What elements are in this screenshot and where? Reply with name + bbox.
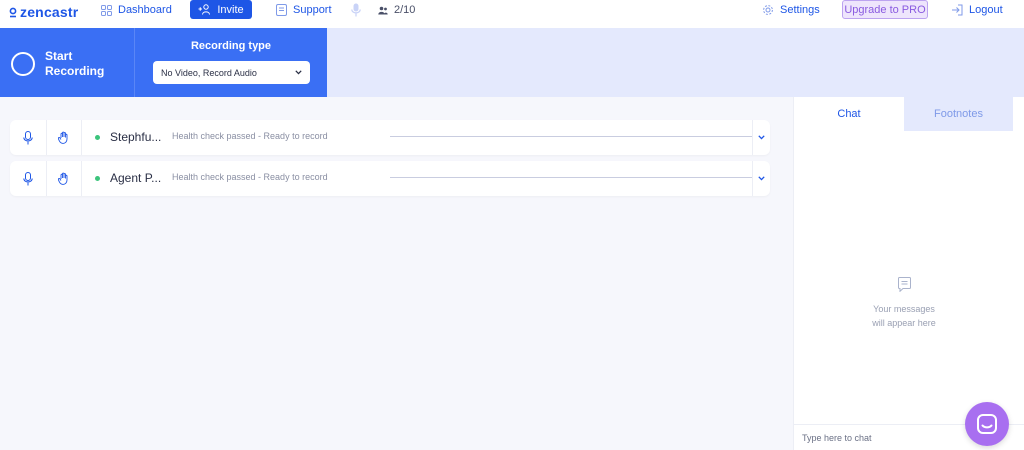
participant-name: Agent P... (110, 171, 162, 185)
logout-label: Logout (969, 4, 1003, 16)
support-chat-button[interactable] (965, 402, 1009, 446)
logo-icon (9, 7, 17, 17)
start-recording-button[interactable] (11, 52, 35, 76)
tab-footnotes[interactable]: Footnotes (904, 97, 1013, 131)
start-recording-label[interactable]: Start Recording (45, 49, 125, 79)
intercom-icon (977, 414, 997, 434)
upgrade-button[interactable]: Upgrade to PRO (842, 0, 928, 19)
support-label: Support (293, 4, 332, 16)
logout-link[interactable]: Logout (951, 0, 1003, 20)
participant-hand-button[interactable] (47, 161, 81, 196)
chat-icon (898, 277, 911, 292)
chat-empty-message: Your messages will appear here (849, 302, 959, 330)
recording-type-value: No Video, Record Audio (161, 67, 257, 78)
gear-icon (763, 5, 773, 15)
participant-status: Health check passed - Ready to record (172, 172, 328, 182)
tab-chat[interactable]: Chat (794, 97, 904, 131)
grid-icon (101, 4, 112, 16)
recording-type-label: Recording type (190, 40, 272, 52)
participant-name: Stephfu... (110, 130, 162, 144)
logout-icon (952, 4, 963, 16)
settings-label: Settings (780, 4, 820, 16)
top-nav: zencastr Dashboard Invite Support 2/10 S… (0, 0, 1024, 28)
recording-divider (134, 28, 135, 97)
mic-toggle[interactable] (351, 0, 361, 20)
chevron-down-icon (757, 135, 765, 140)
document-icon (276, 4, 287, 16)
status-dot (95, 135, 100, 140)
chevron-down-icon (295, 70, 302, 75)
add-user-icon (198, 4, 211, 15)
recording-type-select[interactable]: No Video, Record Audio (153, 61, 310, 84)
chat-panel: Chat Footnotes Your messages will appear… (793, 97, 1024, 450)
support-link[interactable]: Support (276, 0, 332, 20)
microphone-icon (23, 130, 33, 144)
dashboard-label: Dashboard (118, 4, 172, 16)
hand-icon (58, 172, 68, 185)
chat-empty-line-2: will appear here (872, 318, 936, 328)
participant-mic-button[interactable] (10, 161, 46, 196)
participant-hand-button[interactable] (47, 120, 81, 155)
invite-button[interactable]: Invite (190, 0, 252, 19)
participant-row: Agent P... Health check passed - Ready t… (10, 161, 770, 196)
participant-divider (81, 120, 82, 155)
participant-mic-button[interactable] (10, 120, 46, 155)
microphone-icon (351, 3, 361, 17)
users-icon (378, 6, 388, 14)
chat-input[interactable] (802, 432, 952, 443)
hand-icon (58, 131, 68, 144)
participant-row: Stephfu... Health check passed - Ready t… (10, 120, 770, 155)
chevron-down-icon (757, 176, 765, 181)
invite-label: Invite (217, 3, 244, 16)
participant-count: 2/10 (378, 0, 415, 20)
participant-divider (81, 161, 82, 196)
participant-status: Health check passed - Ready to record (172, 131, 328, 141)
participant-count-value: 2/10 (394, 4, 416, 16)
microphone-icon (23, 171, 33, 185)
chat-empty-line-1: Your messages (873, 304, 935, 314)
dashboard-link[interactable]: Dashboard (101, 0, 172, 20)
logo-text: zencastr (20, 4, 79, 20)
settings-link[interactable]: Settings (762, 0, 820, 20)
audio-level-meter (390, 136, 752, 137)
app-logo[interactable]: zencastr (9, 4, 78, 20)
participant-expand-button[interactable] (752, 120, 770, 155)
participant-expand-button[interactable] (752, 161, 770, 196)
status-dot (95, 176, 100, 181)
audio-level-meter (390, 177, 752, 178)
